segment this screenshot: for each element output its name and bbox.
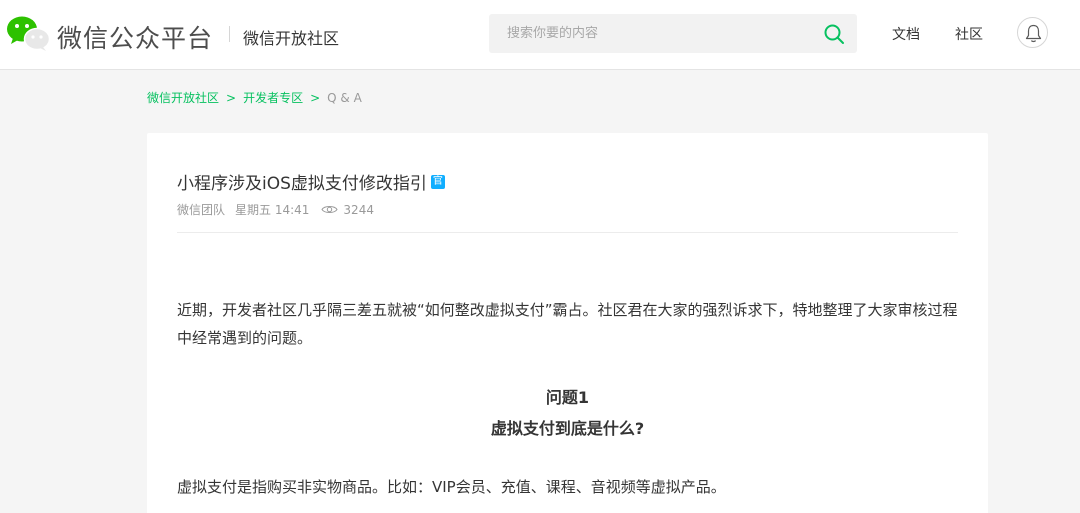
breadcrumb-community-link[interactable]: 微信开放社区 <box>147 91 219 105</box>
breadcrumb-separator: > <box>226 91 237 105</box>
post-views: 3244 <box>343 202 374 217</box>
post-title: 小程序涉及iOS虚拟支付修改指引官 <box>177 169 445 194</box>
question-number: 问题1 <box>545 388 590 407</box>
wechat-logo-icon[interactable] <box>5 15 51 51</box>
post-time: 星期五 14:41 <box>235 203 310 217</box>
bell-icon <box>1025 24 1042 43</box>
breadcrumb-developer-zone-link[interactable]: 开发者专区 <box>243 91 303 105</box>
breadcrumb: 微信开放社区 > 开发者专区 > Q & A <box>147 89 362 106</box>
post-meta: 微信团队 星期五 14:41 3244 <box>177 201 374 218</box>
official-badge: 官 <box>430 174 445 189</box>
notification-button[interactable] <box>1017 17 1048 48</box>
community-title[interactable]: 微信开放社区 <box>243 25 339 49</box>
nav-docs-link[interactable]: 文档 <box>892 24 920 44</box>
brand-divider <box>229 26 230 42</box>
question-heading: 虚拟支付到底是什么? <box>490 419 645 438</box>
answer-paragraph: 虚拟支付是指购买非实物商品。比如：VIP会员、充值、课程、音视频等虚拟产品。 <box>177 478 726 496</box>
brand-name[interactable]: 微信公众平台 <box>57 19 213 55</box>
post-intro: 近期，开发者社区几乎隔三差五就被“如何整改虚拟支付”霸占。社区君在大家的强烈诉求… <box>177 301 958 347</box>
search-input[interactable] <box>489 14 809 53</box>
top-bar: 微信公众平台 微信开放社区 文档 社区 <box>0 0 1080 70</box>
post-author[interactable]: 微信团队 <box>177 201 225 218</box>
post-card: 小程序涉及iOS虚拟支付修改指引官 微信团队 星期五 14:41 3244 近期… <box>147 133 988 513</box>
breadcrumb-separator: > <box>310 91 321 105</box>
nav-community-link[interactable]: 社区 <box>955 24 983 44</box>
eye-icon <box>321 206 339 213</box>
post-title-text: 小程序涉及iOS虚拟支付修改指引 <box>177 174 427 194</box>
search-box <box>489 14 857 53</box>
divider <box>177 232 958 233</box>
search-icon[interactable] <box>823 23 845 45</box>
breadcrumb-current: Q & A <box>327 91 362 105</box>
